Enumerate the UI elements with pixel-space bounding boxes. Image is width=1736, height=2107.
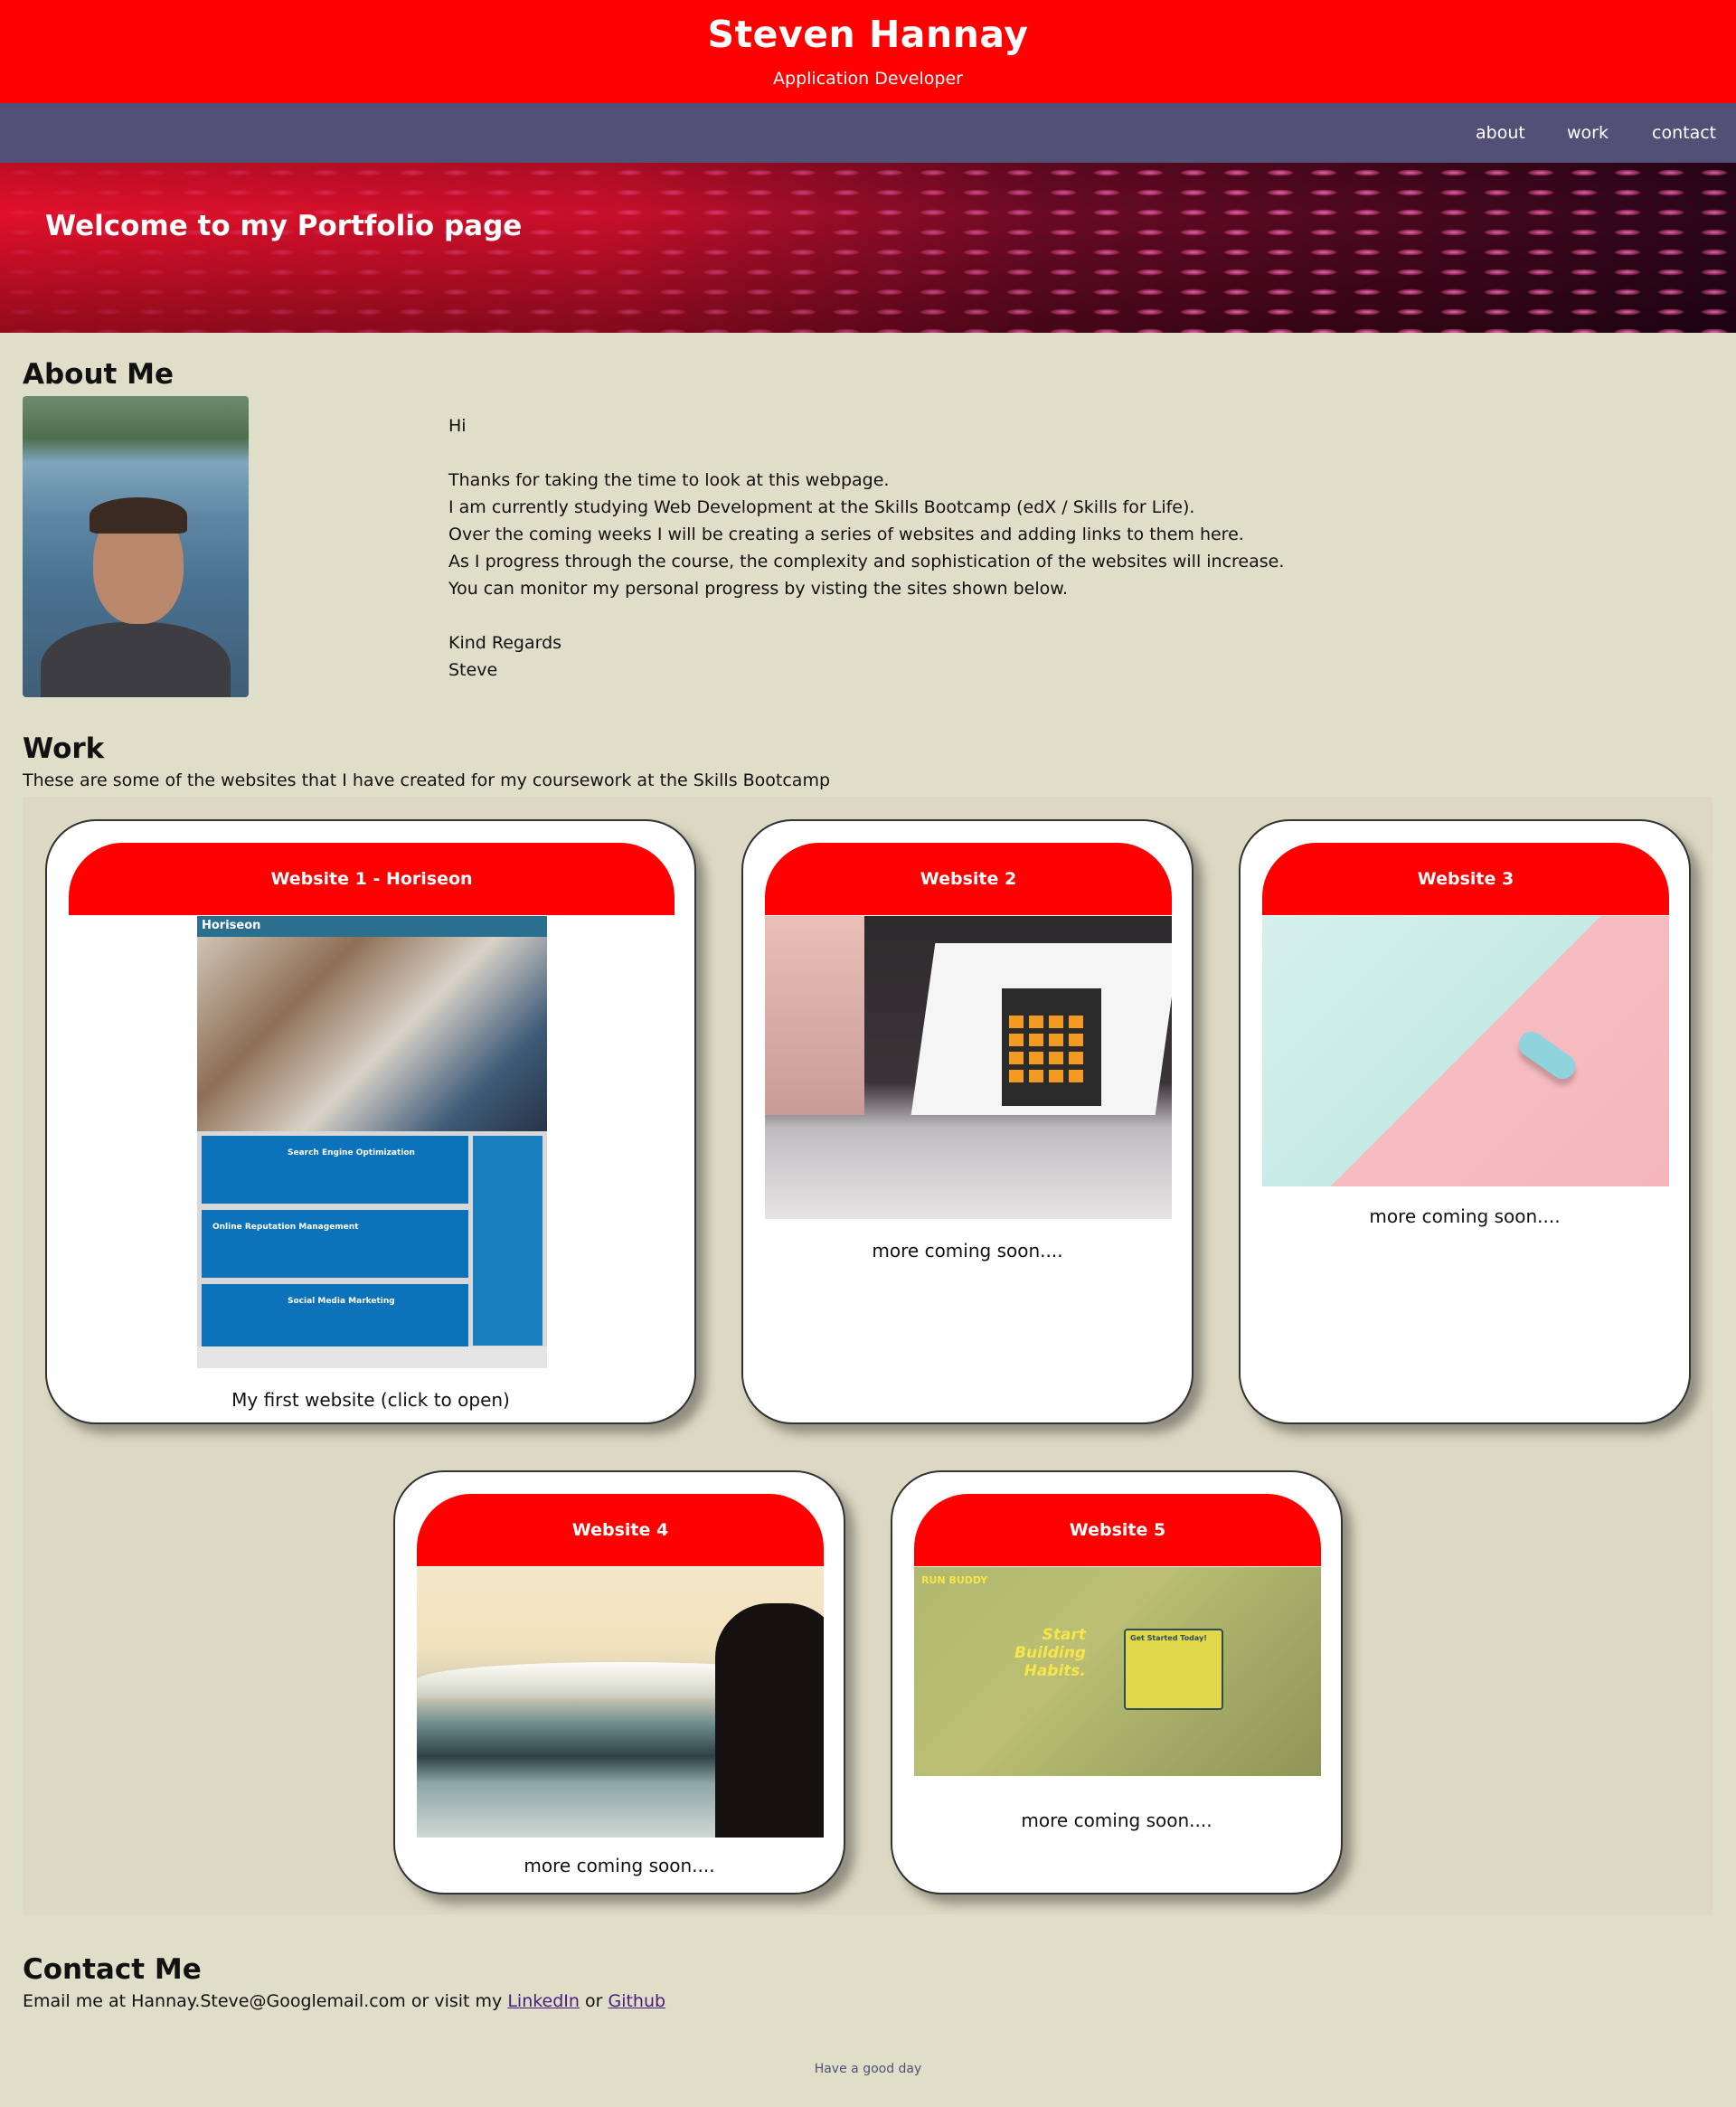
site-title: Steven Hannay — [707, 13, 1029, 56]
site-header: Steven Hannay Application Developer — [0, 0, 1736, 103]
about-line: Steve — [448, 660, 498, 680]
card-title: Website 5 — [914, 1494, 1321, 1566]
github-link[interactable]: Github — [608, 1991, 665, 2011]
about-line: As I progress through the course, the co… — [448, 552, 1285, 572]
photo-shirt — [41, 622, 231, 697]
thumb-logo: RUN BUDDY — [921, 1574, 988, 1586]
hero-heading: Welcome to my Portfolio page — [45, 210, 523, 242]
horiseon-thumbnail-link[interactable]: Horiseon Search Engine Optimization Onli… — [197, 916, 547, 1368]
thumb-smm-block: Social Media Marketing — [202, 1284, 468, 1352]
hero-banner: Welcome to my Portfolio page — [0, 163, 1736, 333]
hero-background-image — [0, 163, 1736, 333]
thumb-overlay — [914, 1567, 1321, 1776]
thumb-orm-label: Online Reputation Management — [212, 1223, 359, 1232]
linkedin-link[interactable]: LinkedIn — [507, 1991, 580, 2011]
website-card-5: Website 5 RUN BUDDY Start Building Habit… — [891, 1470, 1343, 1894]
thumb-seo-label: Search Engine Optimization — [288, 1148, 415, 1157]
thumb-logo: Horiseon — [202, 919, 261, 932]
card-caption: more coming soon.... — [1021, 1809, 1212, 1831]
card-title: Website 1 - Horiseon — [69, 843, 675, 915]
about-line: Over the coming weeks I will be creating… — [448, 524, 1244, 544]
card-caption: more coming soon.... — [524, 1855, 715, 1876]
run-buddy-thumbnail[interactable]: RUN BUDDY Start Building Habits. Get Sta… — [914, 1567, 1321, 1776]
thumb-seo-block: Search Engine Optimization — [202, 1136, 468, 1204]
nav-work-link[interactable]: work — [1567, 123, 1609, 143]
card-title: Website 2 — [765, 843, 1172, 915]
website-card-3: Website 3 more coming soon.... — [1239, 819, 1691, 1424]
contact-middle: or — [579, 1991, 609, 2011]
photo-hair — [90, 497, 187, 534]
contact-prefix: Email me at Hannay.Steve@Googlemail.com … — [23, 1991, 508, 2011]
contact-text: Email me at Hannay.Steve@Googlemail.com … — [23, 1991, 665, 2011]
thumb-form-title: Get Started Today! — [1130, 1634, 1207, 1642]
nav-contact-link[interactable]: contact — [1652, 123, 1716, 143]
thumb-wall — [765, 916, 864, 1115]
card-caption: My first website (click to open) — [231, 1389, 510, 1411]
about-title: About Me — [23, 358, 175, 391]
profile-photo — [23, 396, 249, 697]
thumb-sidebar — [473, 1136, 542, 1346]
website-card-2: Website 2 more coming soon.... — [741, 819, 1194, 1424]
website-card-4: Website 4 more coming soon.... — [393, 1470, 845, 1894]
site-subtitle: Application Developer — [773, 69, 963, 89]
nav-about-link[interactable]: about — [1476, 123, 1525, 143]
laptop-thumbnail[interactable] — [765, 916, 1172, 1219]
card-caption: more coming soon.... — [1369, 1205, 1561, 1227]
about-line: I am currently studying Web Development … — [448, 497, 1195, 517]
work-title: Work — [23, 732, 105, 765]
contact-title: Contact Me — [23, 1953, 202, 1986]
thumb-smm-label: Social Media Marketing — [288, 1297, 395, 1306]
about-text: Hi Thanks for taking the time to look at… — [448, 412, 1353, 684]
about-line: Kind Regards — [448, 633, 562, 653]
card-title: Website 4 — [417, 1494, 824, 1566]
about-line: Hi — [448, 416, 467, 436]
thumb-hero-image — [197, 937, 547, 1131]
thumb-silhouette — [715, 1603, 824, 1838]
footer-text: Have a good day — [814, 2062, 922, 2076]
toy-car-thumbnail[interactable] — [1262, 916, 1669, 1186]
card-caption: more coming soon.... — [872, 1240, 1063, 1261]
about-line: You can monitor my personal progress by … — [448, 579, 1069, 599]
work-intro: These are some of the websites that I ha… — [23, 770, 831, 790]
thumb-footer — [197, 1346, 547, 1368]
surfer-thumbnail[interactable] — [417, 1567, 824, 1838]
thumb-calculator — [1002, 988, 1101, 1106]
thumb-toy-car — [1514, 1026, 1580, 1084]
thumb-orm-block: Online Reputation Management — [202, 1210, 468, 1278]
thumb-headline: Start Building Habits. — [1014, 1626, 1086, 1680]
card-title: Website 3 — [1262, 843, 1669, 915]
work-grid: Website 1 - Horiseon Horiseon Search Eng… — [23, 797, 1712, 1914]
website-card-1: Website 1 - Horiseon Horiseon Search Eng… — [45, 819, 696, 1424]
main-nav: about work contact — [0, 103, 1736, 163]
thumb-form: Get Started Today! — [1124, 1629, 1223, 1710]
about-line: Thanks for taking the time to look at th… — [448, 470, 890, 490]
